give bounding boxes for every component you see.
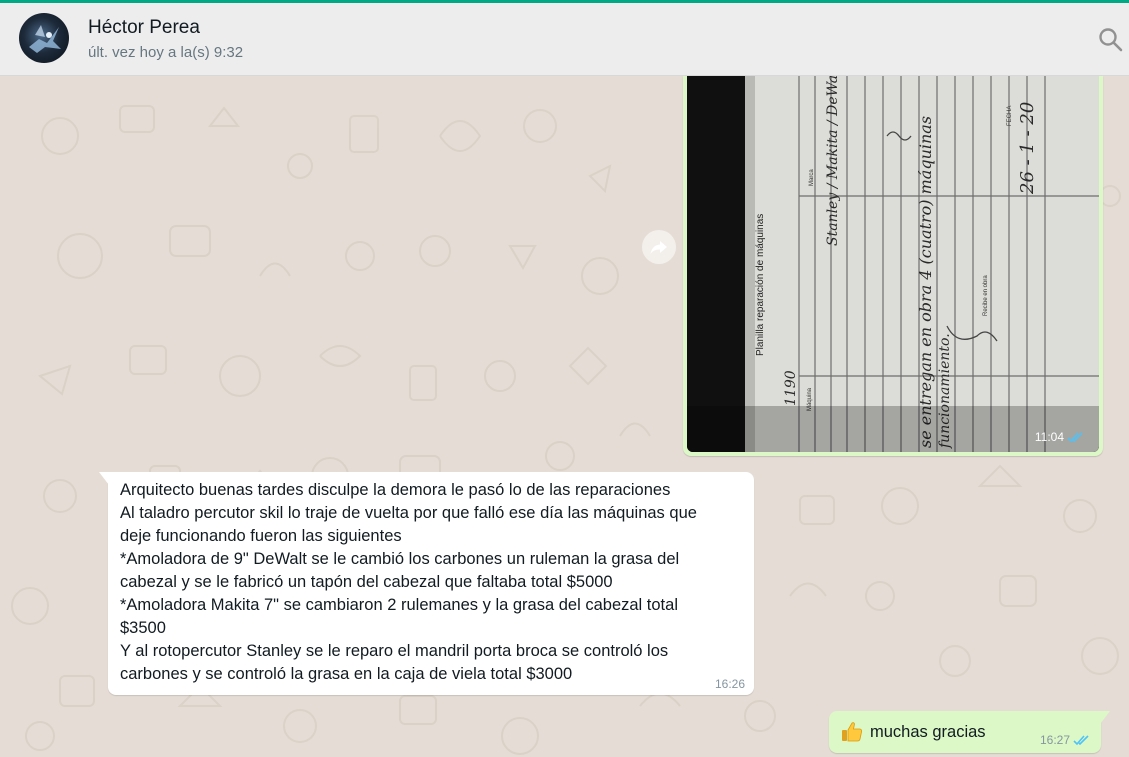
thumbs-up-icon	[842, 722, 862, 742]
image-timestamp: 11:04	[1035, 430, 1085, 444]
message-text: muchas gracias	[870, 723, 986, 741]
message-line: Arquitecto buenas tardes disculpe la dem…	[120, 481, 671, 499]
photo-attachment[interactable]: Planilla reparación de máquinas Marca FE…	[687, 76, 1099, 452]
last-seen-status: últ. vez hoy a la(s) 9:32	[88, 44, 244, 61]
chat-panel[interactable]: Planilla reparación de máquinas Marca FE…	[0, 76, 1129, 757]
photo-handwritten-brands: Stanley / Makita / DeWalt	[825, 76, 841, 246]
forward-icon[interactable]	[642, 230, 676, 264]
message-text: Arquitecto buenas tardes disculpe la dem…	[120, 479, 745, 686]
message-time-text: 16:27	[1039, 733, 1070, 747]
image-message[interactable]: Planilla reparación de máquinas Marca FE…	[683, 76, 1103, 456]
incoming-message[interactable]: Arquitecto buenas tardes disculpe la dem…	[99, 472, 754, 695]
bubble-tail	[99, 472, 109, 485]
message-timestamp: 16:26	[714, 677, 745, 691]
photo-col-recibe: Recibe en obra	[983, 275, 989, 316]
photo-col-fecha: FECHA	[1007, 106, 1013, 126]
read-receipt-icon	[1073, 734, 1089, 745]
contact-name[interactable]: Héctor Perea	[88, 17, 200, 39]
read-receipt-icon	[1067, 431, 1083, 442]
message-line: deje funcionando fueron las siguientes	[120, 527, 402, 545]
message-line: *Amoladora Makita 7" se cambiaron 2 rule…	[120, 596, 678, 614]
message-line: $3500	[120, 619, 166, 637]
image-time-text: 11:04	[1034, 430, 1064, 444]
chat-header[interactable]: Héctor Perea últ. vez hoy a la(s) 9:32	[0, 3, 1129, 76]
message-line: carbones y se controló la grasa en la ca…	[120, 665, 573, 683]
message-timestamp: 16:27	[1040, 733, 1091, 747]
bubble-tail	[1100, 711, 1110, 724]
message-line: *Amoladora de 9" DeWalt se le cambió los…	[120, 550, 680, 568]
avatar[interactable]	[19, 13, 69, 63]
outgoing-message[interactable]: muchas gracias 16:27	[829, 711, 1110, 753]
message-line: Al taladro percutor skil lo traje de vue…	[120, 504, 697, 522]
message-line: Y al rotopercutor Stanley se le reparo e…	[120, 642, 669, 660]
photo-handwritten-note: se entregan en obra 4 (cuatro) máquinas	[916, 116, 935, 448]
search-icon[interactable]	[1098, 27, 1124, 53]
photo-handwritten-number: 1190	[783, 370, 799, 406]
photo-col-marca: Marca	[809, 169, 815, 186]
photo-handwritten-date: 26 - 1 - 20	[1017, 102, 1038, 195]
photo-form-title: Planilla reparación de máquinas	[755, 214, 766, 356]
message-line: cabezal y se le fabricó un tapón del cab…	[120, 573, 613, 591]
